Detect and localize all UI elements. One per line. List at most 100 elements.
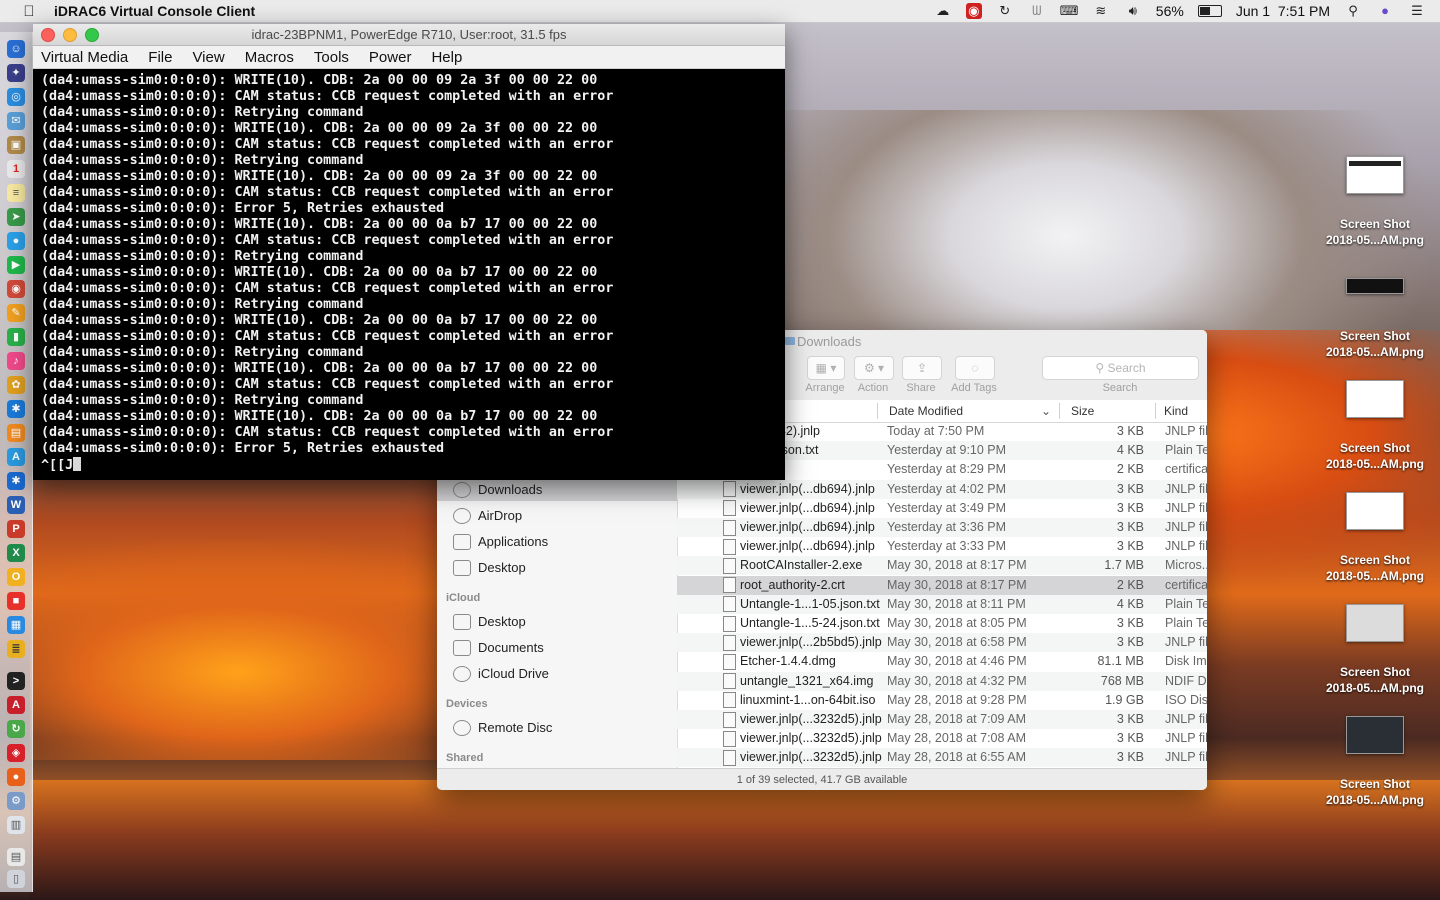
- facetime-dock-icon[interactable]: ▶: [7, 256, 25, 274]
- file-row[interactable]: viewer.jnlp(...2b5bd5).jnlp May 30, 2018 …: [677, 633, 1207, 653]
- messages-dock-icon[interactable]: ●: [7, 232, 25, 250]
- file-row[interactable]: Etcher-1.4.4.dmg May 30, 2018 at 4:46 PM 8…: [677, 652, 1207, 671]
- file-row[interactable]: viewer.jnlp(...db694).jnlp Yesterday at 4…: [677, 479, 1207, 499]
- maps-dock-icon[interactable]: ➤: [7, 208, 25, 226]
- file-row[interactable]: linuxmint-1...on-64bit.iso May 28, 2018 a…: [677, 691, 1207, 710]
- safari-dock-icon[interactable]: ◎: [7, 88, 25, 106]
- time-machine-icon[interactable]: ↻: [996, 3, 1014, 19]
- sort-chevron-down-icon[interactable]: ⌄: [1041, 404, 1051, 418]
- sidebar-item-icloud-desktop[interactable]: Desktop: [453, 611, 526, 633]
- file-row[interactable]: root_authority-2.crt May 30, 2018 at 8:17…: [677, 575, 1207, 595]
- column-date-modified[interactable]: Date Modified: [889, 404, 963, 418]
- contacts-dock-icon[interactable]: ▣: [7, 136, 25, 154]
- menu-file[interactable]: File: [148, 49, 172, 66]
- security-dock-icon[interactable]: ◈: [7, 744, 25, 762]
- calendar-dock-icon[interactable]: 1: [7, 160, 25, 178]
- zoom-button[interactable]: [85, 28, 99, 42]
- sidebar-item-downloads[interactable]: Downloads: [453, 479, 542, 501]
- app-dock-icon[interactable]: ■: [7, 592, 25, 610]
- trash-icon[interactable]: ▯: [7, 870, 25, 888]
- file-row[interactable]: viewer.jnlp(...3232d5).jnlp May 28, 2018 …: [677, 729, 1207, 748]
- file-row[interactable]: viewer.jnlp(...db694).jnlp Yesterday at 3…: [677, 537, 1207, 556]
- file-row[interactable]: viewer.jnlp(...3232d5).jnlp May 28, 2018 …: [677, 710, 1207, 729]
- terminal-output[interactable]: (da4:umass-sim0:0:0:0): WRITE(10). CDB: …: [33, 69, 785, 474]
- bluetooth-icon[interactable]: ᗯ: [1028, 3, 1046, 19]
- desktop-file-screenshot-1[interactable]: Screen Shot 2018-05...AM.png: [1320, 156, 1430, 248]
- file-row[interactable]: Untangle-1...5-24.json.txt May 30, 2018 a…: [677, 614, 1207, 633]
- desktop-file-screenshot-5[interactable]: Screen Shot 2018-05...AM.png: [1320, 604, 1430, 696]
- sidebar-item-desktop[interactable]: Desktop: [453, 557, 526, 579]
- pages-dock-icon[interactable]: ✎: [7, 304, 25, 322]
- acrobat-dock-icon[interactable]: A: [7, 696, 25, 714]
- add-tags-button[interactable]: ◌: [955, 356, 995, 380]
- battery-percent[interactable]: 56%: [1156, 3, 1184, 19]
- remote-desktop-dock-icon[interactable]: ▦: [7, 616, 25, 634]
- sync-dock-icon[interactable]: ↻: [7, 720, 25, 738]
- cloud-sync-icon[interactable]: ☁: [934, 3, 952, 19]
- desktop-file-screenshot-4[interactable]: Screen Shot 2018-05...AM.png: [1320, 492, 1430, 584]
- sidebar-item-remote-disc[interactable]: Remote Disc: [453, 717, 552, 739]
- preferences-dock-icon[interactable]: ⚙: [7, 792, 25, 810]
- app-store-dock-icon[interactable]: A: [7, 448, 25, 466]
- firefox-dock-icon[interactable]: ●: [7, 768, 25, 786]
- wifi-icon[interactable]: ≋: [1092, 3, 1110, 19]
- file-row[interactable]: untangle_1321_x64.img May 30, 2018 at 4:3…: [677, 671, 1207, 691]
- desktop-file-screenshot-6[interactable]: Screen Shot 2018-05...AM.png: [1320, 716, 1430, 808]
- action-button[interactable]: ⚙ ▾: [854, 356, 894, 380]
- onelogin-dock-icon[interactable]: O: [7, 568, 25, 586]
- share-button[interactable]: ⇪: [902, 356, 942, 380]
- close-button[interactable]: [41, 28, 55, 42]
- menu-macros[interactable]: Macros: [245, 49, 294, 66]
- photos-dock-icon[interactable]: ✿: [7, 376, 25, 394]
- menu-tools[interactable]: Tools: [314, 49, 349, 66]
- minimize-button[interactable]: [63, 28, 77, 42]
- menu-power[interactable]: Power: [369, 49, 412, 66]
- finder-dock-icon[interactable]: ☺: [7, 40, 25, 58]
- mail-dock-icon[interactable]: ✉: [7, 112, 25, 130]
- console-titlebar[interactable]: idrac-23BPNM1, PowerEdge R710, User:root…: [33, 24, 785, 46]
- xcode-dock-icon[interactable]: ✱: [7, 400, 25, 418]
- file-row[interactable]: viewer.jnlp(...3232d5).jnlp May 28, 2018 …: [677, 748, 1207, 768]
- powerpoint-dock-icon[interactable]: P: [7, 520, 25, 538]
- column-kind[interactable]: Kind: [1164, 404, 1188, 418]
- arrange-button[interactable]: ▦ ▾: [807, 356, 845, 380]
- documents-stack-icon[interactable]: ▤: [7, 848, 25, 866]
- word-dock-icon[interactable]: W: [7, 496, 25, 514]
- file-row[interactable]: viewer.jnlp(...db694).jnlp Yesterday at 3…: [677, 499, 1207, 518]
- photo-booth-dock-icon[interactable]: ◉: [7, 280, 25, 298]
- terminal-dock-icon[interactable]: >: [7, 672, 25, 690]
- sidebar-item-icloud-drive[interactable]: iCloud Drive: [453, 663, 549, 685]
- file-row[interactable]: Untangle-1...1-05.json.txt May 30, 2018 a…: [677, 594, 1207, 614]
- launchpad-dock-icon[interactable]: ✦: [7, 64, 25, 82]
- sidebar-item-airdrop[interactable]: AirDrop: [453, 505, 522, 527]
- battery-icon[interactable]: [1197, 5, 1222, 17]
- menu-virtual-media[interactable]: Virtual Media: [41, 49, 128, 66]
- sidebar-item-applications[interactable]: Applications: [453, 531, 548, 553]
- menu-view[interactable]: View: [192, 49, 224, 66]
- file-row[interactable]: viewer.jnlp(...db694).jnlp Yesterday at 3…: [677, 518, 1207, 537]
- spotlight-search-icon[interactable]: ⚲: [1344, 3, 1362, 19]
- menu-help[interactable]: Help: [431, 49, 462, 66]
- books-dock-icon[interactable]: ▤: [7, 424, 25, 442]
- volume-icon[interactable]: 🔊︎: [1124, 3, 1142, 19]
- downloads-stack-icon[interactable]: ▥: [7, 816, 25, 834]
- file-row[interactable]: RootCAInstaller-2.exe May 30, 2018 at 8:1…: [677, 556, 1207, 576]
- keyboard-icon[interactable]: ⌨: [1060, 3, 1079, 19]
- stickies-dock-icon[interactable]: ≣: [7, 640, 25, 658]
- desktop-file-screenshot-2[interactable]: Screen Shot 2018-05...AM.png: [1320, 268, 1430, 360]
- sidebar-item-documents[interactable]: Documents: [453, 637, 544, 659]
- column-size[interactable]: Size: [1071, 404, 1094, 418]
- siri-icon[interactable]: ●: [1376, 3, 1394, 19]
- numbers-dock-icon[interactable]: ▮: [7, 328, 25, 346]
- utility-dock-icon[interactable]: ✱: [7, 472, 25, 490]
- notification-center-icon[interactable]: ☰: [1408, 3, 1426, 19]
- excel-dock-icon[interactable]: X: [7, 544, 25, 562]
- active-app-name[interactable]: iDRAC6 Virtual Console Client: [54, 3, 255, 19]
- clock[interactable]: Jun 1 7:51 PM: [1236, 3, 1330, 19]
- security-shield-icon[interactable]: ◉: [965, 3, 982, 19]
- search-input[interactable]: ⚲ Search: [1042, 356, 1199, 380]
- apple-menu-icon[interactable]: : [20, 3, 38, 20]
- notes-dock-icon[interactable]: ≡: [7, 184, 25, 202]
- desktop-file-screenshot-3[interactable]: Screen Shot 2018-05...AM.png: [1320, 380, 1430, 472]
- itunes-dock-icon[interactable]: ♪: [7, 352, 25, 370]
